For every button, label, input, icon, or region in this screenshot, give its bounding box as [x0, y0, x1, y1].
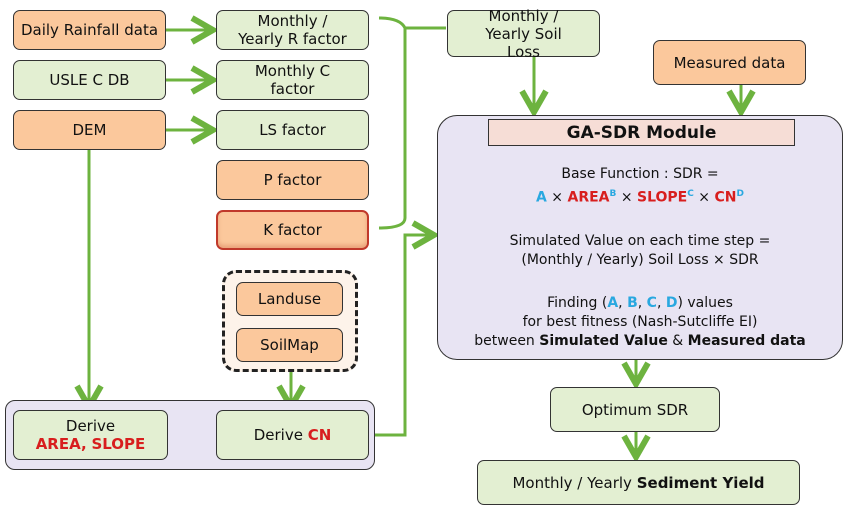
simulated-line-2: (Monthly / Yearly) Soil Loss × SDR: [521, 252, 759, 268]
param-b: B: [627, 295, 638, 311]
param-d: D: [736, 189, 744, 199]
brace-factors: [378, 16, 446, 230]
times: ×: [546, 189, 568, 206]
times: ×: [616, 189, 638, 206]
diagram: Daily Rainfall data USLE C DB DEM Monthl…: [0, 0, 853, 516]
base-function-label: Base Function : SDR =: [561, 166, 719, 182]
landuse-box: Landuse: [236, 282, 343, 316]
t: Monthly / Yearly: [512, 473, 632, 492]
derive-cn-box: Derive CN: [216, 410, 369, 460]
soilmap-box: SoilMap: [236, 328, 343, 362]
derive-label: Derive: [253, 426, 303, 444]
between-line: between Simulated Value & Measured data: [437, 332, 843, 350]
param-c: C: [687, 189, 694, 199]
dem-box: DEM: [13, 110, 166, 150]
measured-box: Measured data: [653, 40, 806, 85]
param-d: D: [665, 295, 678, 311]
derive-area-slope-box: Derive AREA, SLOPE: [13, 410, 168, 460]
optimum-sdr-box: Optimum SDR: [550, 387, 720, 432]
comma: ,: [80, 435, 87, 453]
c-factor-box: Monthly C factor: [216, 60, 369, 100]
r-factor-box: Monthly / Yearly R factor: [216, 10, 369, 50]
slope-text: SLOPE: [91, 435, 146, 453]
param-a: A: [536, 189, 547, 206]
finding-line: Finding (A, B, C, D) values: [547, 295, 733, 311]
cn-text: CN: [307, 426, 332, 444]
sediment-yield-box: Monthly / Yearly Sediment Yield: [477, 460, 800, 505]
area-text: AREA: [35, 435, 81, 453]
fitness-line: for best fitness (Nash-Sutcliffe EI): [522, 314, 758, 330]
rainfall-box: Daily Rainfall data: [13, 10, 166, 50]
p-factor-box: P factor: [216, 160, 369, 200]
soil-loss-box: Monthly / Yearly Soil Loss: [447, 7, 600, 61]
t: between: [474, 333, 535, 349]
t: Measured data: [687, 333, 806, 349]
simulated-line-1: Simulated Value on each time step =: [509, 233, 771, 249]
t: &: [672, 333, 684, 349]
param-a: A: [607, 295, 619, 311]
times: ×: [693, 189, 715, 206]
t: ) values: [677, 295, 733, 311]
cn: CN: [714, 189, 737, 206]
module-title: GA-SDR Module: [488, 119, 795, 146]
t: Simulated Value: [539, 333, 668, 349]
usle-box: USLE C DB: [13, 60, 166, 100]
param-c: C: [646, 295, 657, 311]
area-slope-text: AREA, SLOPE: [36, 435, 146, 453]
slope: SLOPE: [637, 189, 688, 206]
base-function-formula: A × AREAB × SLOPEC × CND: [437, 185, 843, 207]
t: Sediment Yield: [636, 473, 765, 492]
derive-label: Derive: [65, 417, 116, 435]
area: AREA: [567, 189, 610, 206]
t: Finding (: [547, 295, 608, 311]
ls-factor-box: LS factor: [216, 110, 369, 150]
k-factor-box: K factor: [216, 210, 369, 250]
arrow-cn-module: [375, 235, 434, 437]
